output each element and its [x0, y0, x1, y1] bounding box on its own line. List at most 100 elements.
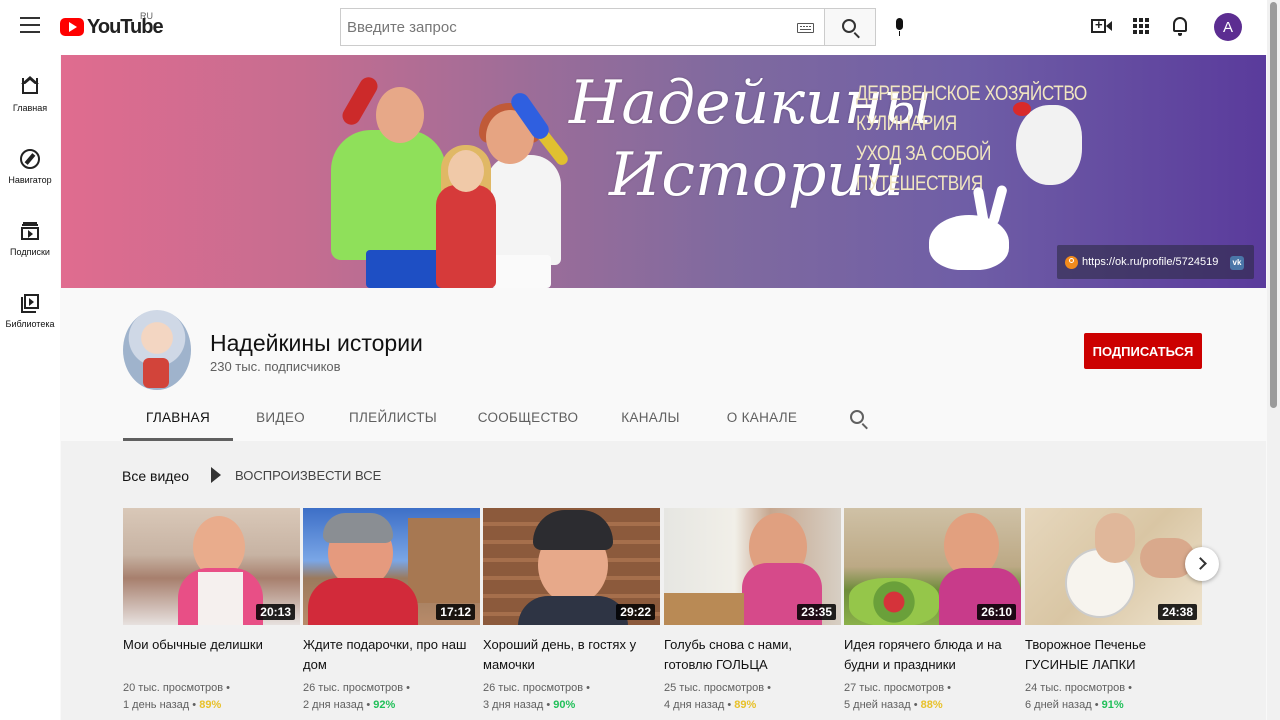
video-views: 20 тыс. просмотров — [123, 682, 224, 694]
subscribe-button[interactable]: ПОДПИСАТЬСЯ — [1084, 333, 1202, 369]
create-video-icon[interactable] — [1089, 14, 1115, 40]
video-duration: 29:22 — [616, 604, 655, 620]
family-photo-part — [376, 87, 424, 143]
family-photo — [331, 130, 446, 260]
video-thumbnail[interactable]: 17:12 — [303, 508, 480, 625]
video-views: 25 тыс. просмотров — [664, 682, 765, 694]
video-age: 4 дня назад — [664, 699, 725, 711]
family-photo-part — [366, 250, 446, 288]
tab-community[interactable]: СООБЩЕСТВО — [458, 400, 598, 441]
tab-channels[interactable]: КАНАЛЫ — [598, 400, 703, 441]
video-meta: 20 тыс. просмотров • 1 день назад • 89% — [123, 682, 231, 711]
video-card[interactable]: 17:12 Ждите подарочки, про наш дом 26 ты… — [303, 508, 480, 714]
search-button[interactable] — [824, 8, 876, 46]
video-title[interactable]: Мои обычные делишки — [123, 635, 300, 675]
banner-title-line: Надейкины — [569, 68, 933, 138]
logo-region: RU — [140, 11, 153, 21]
channel-avatar[interactable] — [123, 310, 191, 390]
scrollbar-thumb[interactable] — [1270, 2, 1277, 408]
video-thumbnail[interactable]: 24:38 — [1025, 508, 1202, 625]
video-rating: 89% — [734, 699, 757, 711]
video-title[interactable]: Идея горячего блюда и на будни и праздни… — [844, 635, 1021, 675]
mic-icon — [896, 18, 903, 30]
video-thumbnail[interactable]: 29:22 — [483, 508, 660, 625]
vk-icon[interactable]: vk — [1230, 256, 1244, 270]
home-icon — [20, 76, 40, 97]
tab-playlists[interactable]: ПЛЕЙЛИСТЫ — [328, 400, 458, 441]
sidebar-item-label: Библиотека — [5, 319, 55, 329]
video-duration: 24:38 — [1158, 604, 1197, 620]
bell-icon[interactable] — [1169, 14, 1195, 40]
tab-about[interactable]: О КАНАЛЕ — [703, 400, 821, 441]
rabbit-image — [929, 215, 1009, 270]
menu-icon[interactable] — [20, 17, 40, 33]
video-title[interactable]: Ждите подарочки, про наш дом — [303, 635, 480, 675]
sidebar-item-subscriptions[interactable]: Подписки — [0, 199, 60, 271]
hen-comb — [1013, 102, 1031, 116]
video-views: 26 тыс. просмотров — [483, 682, 584, 694]
keyboard-icon[interactable] — [797, 23, 814, 33]
video-age: 2 дня назад — [303, 699, 364, 711]
channel-header: Надейкины истории 230 тыс. подписчиков П… — [61, 288, 1266, 441]
youtube-logo[interactable]: YouTube RU — [60, 11, 164, 39]
video-thumbnail[interactable]: 20:13 — [123, 508, 300, 625]
video-thumbnail[interactable]: 26:10 — [844, 508, 1021, 625]
page-scrollbar[interactable] — [1267, 0, 1280, 720]
video-card[interactable]: 24:38 Творожное Печенье ГУСИНЫЕ ЛАПКИ 24… — [1025, 508, 1202, 714]
video-meta: 26 тыс. просмотров • 3 дня назад • 90% — [483, 682, 591, 711]
video-age: 6 дней назад — [1025, 699, 1092, 711]
hen-image — [1016, 105, 1082, 185]
apps-icon[interactable] — [1129, 14, 1155, 40]
shelf-next-button[interactable] — [1185, 547, 1219, 581]
video-thumbnail[interactable]: 23:35 — [664, 508, 841, 625]
tab-videos[interactable]: ВИДЕО — [233, 400, 328, 441]
sidebar-item-explore[interactable]: Навигатор — [0, 127, 60, 199]
sidebar-item-label: Подписки — [10, 247, 50, 257]
play-all-label: ВОСПРОИЗВЕСТИ ВСЕ — [235, 467, 382, 483]
video-rating: 91% — [1101, 699, 1124, 711]
channel-name: Надейкины истории — [210, 330, 423, 356]
play-icon — [211, 467, 221, 483]
sidebar-item-label: Главная — [12, 103, 48, 113]
video-views: 26 тыс. просмотров — [303, 682, 404, 694]
subscriptions-icon — [20, 221, 40, 241]
mic-stand — [899, 31, 900, 36]
video-duration: 23:35 — [797, 604, 836, 620]
search-input[interactable] — [347, 18, 767, 36]
video-duration: 17:12 — [436, 604, 475, 620]
family-photo-part — [486, 155, 561, 265]
channel-banner: Надейкины Истории ДЕРЕВЕНСКОЕ ХОЗЯЙСТВО … — [61, 55, 1266, 288]
sidebar-item-label: Навигатор — [8, 175, 52, 185]
account-avatar[interactable]: A — [1214, 13, 1242, 41]
tab-home[interactable]: ГЛАВНАЯ — [123, 400, 233, 441]
video-card[interactable]: 20:13 Мои обычные делишки 20 тыс. просмо… — [123, 508, 300, 714]
video-card[interactable]: 23:35 Голубь снова с нами, готовлю ГОЛЬЦ… — [664, 508, 841, 714]
play-all-button[interactable]: ВОСПРОИЗВЕСТИ ВСЕ — [211, 467, 381, 483]
video-title[interactable]: Творожное Печенье ГУСИНЫЕ ЛАПКИ — [1025, 635, 1202, 675]
video-card[interactable]: 29:22 Хороший день, в гостях у мамочки 2… — [483, 508, 660, 714]
library-icon — [20, 293, 40, 313]
banner-link[interactable]: https://ok.ru/profile/5724519 vk — [1057, 245, 1254, 279]
banner-title-line: Истории — [609, 140, 904, 210]
sidebar-item-library[interactable]: Библиотека — [0, 271, 60, 343]
video-title[interactable]: Хороший день, в гостях у мамочки — [483, 635, 660, 675]
voice-search-button[interactable] — [884, 9, 916, 45]
video-rating: 92% — [373, 699, 396, 711]
shelf-title[interactable]: Все видео — [122, 468, 189, 484]
channel-content: Все видео ВОСПРОИЗВЕСТИ ВСЕ 20:13 Мои об… — [61, 441, 1266, 720]
banner-link-text: https://ok.ru/profile/5724519 — [1082, 256, 1219, 268]
video-rating: 89% — [199, 699, 222, 711]
banner-title: Надейкины Истории — [569, 67, 933, 211]
search-box — [340, 8, 824, 46]
video-duration: 26:10 — [977, 604, 1016, 620]
video-title[interactable]: Голубь снова с нами, готовлю ГОЛЬЦА — [664, 635, 841, 675]
compass-icon — [20, 149, 40, 169]
family-photo-part — [448, 150, 484, 192]
video-card[interactable]: 26:10 Идея горячего блюда и на будни и п… — [844, 508, 1021, 714]
family-photo-part — [436, 185, 496, 288]
video-meta: 24 тыс. просмотров • 6 дней назад • 91% — [1025, 682, 1133, 711]
video-views: 27 тыс. просмотров — [844, 682, 945, 694]
channel-search-icon[interactable] — [850, 410, 864, 424]
video-rating: 88% — [920, 699, 943, 711]
sidebar-item-home[interactable]: Главная — [0, 55, 60, 127]
